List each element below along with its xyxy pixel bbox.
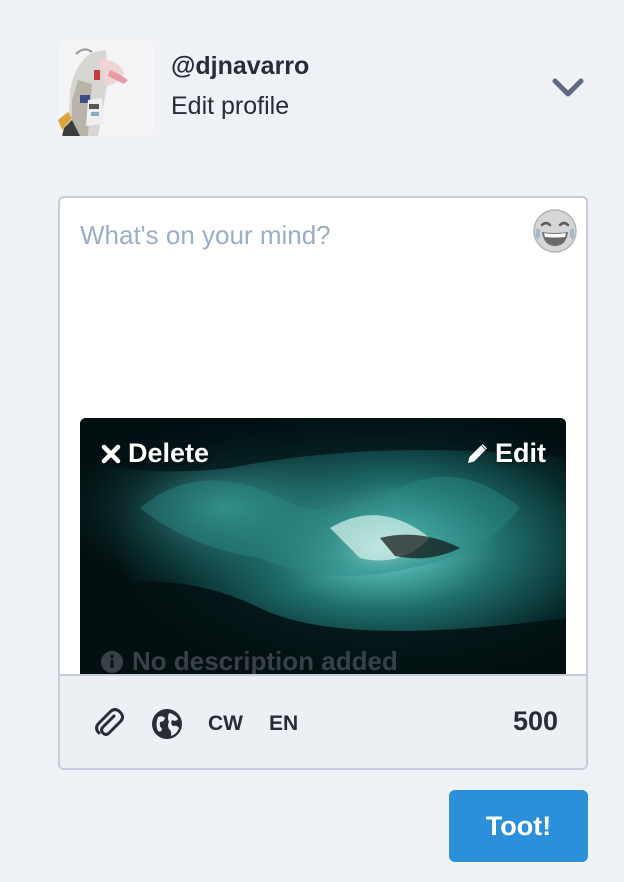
emoji-laughing-icon[interactable]	[532, 208, 578, 254]
pencil-icon	[468, 443, 487, 463]
character-counter: 500	[512, 706, 558, 736]
delete-label: Delete	[128, 438, 210, 468]
privacy-button[interactable]	[150, 706, 184, 742]
close-icon	[101, 444, 121, 463]
edit-media-button[interactable]: Edit	[465, 438, 546, 469]
chevron-down-icon[interactable]	[552, 76, 584, 100]
media-attachment[interactable]: Delete Edit No description added	[80, 418, 566, 674]
avatar-image	[58, 40, 154, 136]
paperclip-icon	[95, 708, 124, 736]
compose-form: Delete Edit No description added	[58, 196, 588, 770]
status-textarea[interactable]	[60, 198, 586, 408]
profile-header: @djnavarro Edit profile	[58, 40, 588, 136]
media-description-text: No description added	[132, 646, 398, 674]
compose-toolbar: CW EN 500	[60, 674, 586, 768]
content-warning-button[interactable]: CW	[208, 706, 243, 742]
edit-profile-link[interactable]: Edit profile	[171, 92, 289, 121]
edit-label: Edit	[495, 438, 546, 468]
info-icon	[101, 650, 123, 673]
attach-media-button[interactable]	[92, 706, 126, 742]
toot-button[interactable]: Toot!	[449, 790, 588, 862]
globe-icon	[152, 709, 182, 739]
media-description[interactable]: No description added	[100, 646, 398, 674]
account-handle[interactable]: @djnavarro	[171, 52, 309, 81]
language-button[interactable]: EN	[269, 706, 298, 742]
delete-media-button[interactable]: Delete	[100, 438, 209, 469]
avatar[interactable]	[58, 40, 154, 136]
